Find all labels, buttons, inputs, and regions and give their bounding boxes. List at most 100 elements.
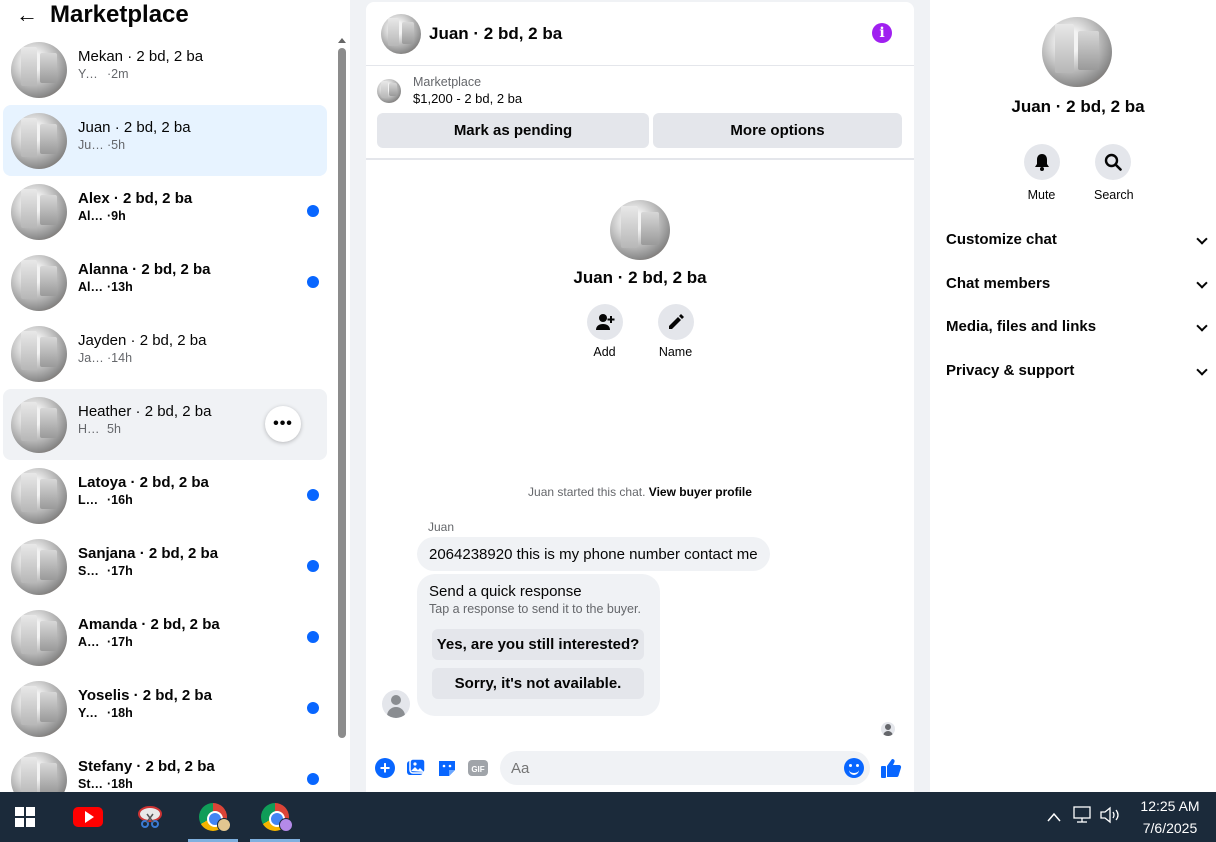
list-item[interactable]: Juan · 2 bd, 2 baJuan Ixcoy sent you a m…	[3, 105, 327, 176]
listing-card: Marketplace $1,200 - 2 bd, 2 ba Mark as …	[366, 66, 914, 160]
message-input[interactable]	[500, 751, 820, 785]
taskbar-snipping-tool[interactable]	[125, 792, 175, 842]
clock-date: 7/6/2025	[1142, 820, 1198, 836]
details-actions: Mute Search	[1023, 144, 1134, 202]
conversation-preview: Yoselis Carranza sent you a me...·18h	[78, 705, 300, 731]
conversation-text: Stefany · 2 bd, 2 baStefany Duarte sent …	[78, 757, 300, 792]
conversation-snippet: Sanjana Sakinala sent you a m...	[78, 564, 104, 578]
clock-time: 12:25 AM	[1140, 798, 1200, 814]
add-people-button[interactable]: Add	[586, 304, 623, 359]
conversation-panel: ← Marketplace Mekan · 2 bd, 2 ba You: Yes…	[0, 0, 350, 792]
conversation-time: ·13h	[107, 280, 133, 294]
mark-as-pending-button[interactable]: Mark as pending	[377, 113, 649, 148]
listing-buttons: Mark as pending More options	[377, 113, 903, 148]
unread-dot-icon	[307, 631, 319, 643]
avatar[interactable]	[381, 13, 421, 54]
list-item[interactable]: Heather · 2 bd, 2 baHeather Slaminski se…	[3, 389, 327, 460]
more-options-icon[interactable]: •••	[265, 406, 301, 442]
taskbar-chrome-2[interactable]	[250, 792, 300, 842]
listing-row[interactable]: Marketplace $1,200 - 2 bd, 2 ba	[377, 74, 903, 107]
section-chat-members[interactable]: Chat members	[930, 262, 1216, 306]
conversation-name: Stefany · 2 bd, 2 ba	[78, 758, 215, 775]
conversation-preview: Sanjana Sakinala sent you a m...·17h	[78, 563, 300, 589]
list-item[interactable]: Mekan · 2 bd, 2 ba You: Yes Its Still Ava…	[3, 34, 327, 105]
start-button[interactable]	[0, 792, 50, 842]
list-item[interactable]: Alex · 2 bd, 2 baAlex Dammen sent you a …	[3, 176, 327, 247]
search-button[interactable]: Search	[1094, 144, 1134, 202]
pencil-icon[interactable]	[657, 304, 694, 340]
avatar	[11, 112, 67, 169]
quick-response-interested-button[interactable]: Yes, are you still interested?	[432, 629, 644, 660]
conversation-text: Sanjana · 2 bd, 2 baSanjana Sakinala sen…	[78, 544, 300, 589]
list-item[interactable]: Sanjana · 2 bd, 2 baSanjana Sakinala sen…	[3, 531, 327, 602]
list-item[interactable]: Alanna · 2 bd, 2 baAlanna Wright sent yo…	[3, 247, 327, 318]
emoji-icon[interactable]	[844, 758, 864, 778]
list-item[interactable]: Stefany · 2 bd, 2 baStefany Duarte sent …	[3, 744, 327, 792]
conversation-text: Alex · 2 bd, 2 baAlex Dammen sent you a …	[78, 189, 300, 234]
taskbar-youtube[interactable]	[63, 792, 113, 842]
unread-dot-icon	[307, 773, 319, 785]
info-icon[interactable]: i	[872, 23, 892, 43]
conversation-preview: Amanda Robillard sent you a ...·17h	[78, 634, 300, 660]
volume-icon[interactable]	[1096, 806, 1124, 828]
quick-response-subtitle: Tap a response to send it to the buyer.	[429, 602, 641, 616]
add-label: Add	[593, 345, 616, 359]
details-name: Juan · 2 bd, 2 ba	[1011, 97, 1145, 116]
listing-label: Marketplace	[413, 75, 482, 89]
quick-response-not-available-button[interactable]: Sorry, it's not available.	[432, 668, 644, 699]
view-buyer-profile-link[interactable]: View buyer profile	[649, 485, 752, 499]
quick-response-title: Send a quick response	[429, 583, 582, 600]
chevron-up-icon[interactable]	[1040, 809, 1068, 826]
chevron-down-icon	[1196, 363, 1208, 376]
section-label: Privacy & support	[946, 361, 1075, 379]
mute-label: Mute	[1027, 188, 1056, 202]
conversation-text: Juan · 2 bd, 2 baJuan Ixcoy sent you a m…	[78, 118, 300, 163]
section-media-files-links[interactable]: Media, files and links	[930, 305, 1216, 349]
photo-icon[interactable]	[404, 756, 428, 780]
conversation-name: Yoselis · 2 bd, 2 ba	[78, 687, 212, 704]
scroll-up-icon[interactable]	[338, 38, 346, 43]
conversation-time: ·17h	[107, 564, 133, 578]
chat-header: Juan · 2 bd, 2 ba i	[366, 2, 914, 66]
name-label: Name	[658, 345, 693, 359]
listing-thumbnail	[377, 78, 401, 103]
back-arrow-icon[interactable]: ←	[16, 4, 38, 26]
message-bubble[interactable]: 2064238920 this is my phone number conta…	[417, 537, 770, 571]
name-button[interactable]: Name	[657, 304, 694, 359]
chat-details-panel: Juan · 2 bd, 2 ba Mute Search Customize …	[930, 0, 1216, 792]
clock[interactable]: 12:25 AM 7/6/2025	[1124, 795, 1216, 839]
list-item[interactable]: Yoselis · 2 bd, 2 baYoselis Carranza sen…	[3, 673, 327, 744]
search-icon[interactable]	[1094, 144, 1131, 180]
conversation-time: ·18h	[107, 777, 133, 791]
chat-title[interactable]: Juan · 2 bd, 2 ba	[429, 24, 562, 44]
list-item[interactable]: Latoya · 2 bd, 2 baLatoya Bailey sent yo…	[3, 460, 327, 531]
avatar	[11, 183, 67, 240]
avatar	[11, 680, 67, 737]
list-item[interactable]: Amanda · 2 bd, 2 baAmanda Robillard sent…	[3, 602, 327, 673]
gif-icon[interactable]: GIF	[466, 756, 490, 780]
section-privacy-support[interactable]: Privacy & support	[930, 349, 1216, 393]
chat-panel: Juan · 2 bd, 2 ba i Marketplace $1,200 -…	[366, 2, 914, 792]
avatar	[11, 396, 67, 453]
conversation-preview: Jayden Gamber sent you a messa...·14h	[78, 350, 300, 376]
sticker-icon[interactable]	[435, 756, 459, 780]
section-label: Chat members	[946, 274, 1051, 292]
plus-icon[interactable]: +	[373, 756, 397, 780]
conversation-list: Mekan · 2 bd, 2 ba You: Yes Its Still Ava…	[3, 34, 327, 792]
windows-logo-icon	[15, 807, 35, 827]
quick-response-card: Send a quick response Tap a response to …	[417, 574, 660, 716]
conversation-text: Yoselis · 2 bd, 2 baYoselis Carranza sen…	[78, 686, 300, 731]
section-customize-chat[interactable]: Customize chat	[930, 218, 1216, 262]
taskbar-chrome-1[interactable]	[188, 792, 238, 842]
scrollbar[interactable]	[337, 36, 347, 792]
more-options-button[interactable]: More options	[653, 113, 902, 148]
mute-button[interactable]: Mute	[1023, 144, 1060, 202]
conversation-time: ·9h	[107, 209, 126, 223]
add-person-icon[interactable]	[586, 304, 623, 340]
list-item[interactable]: Jayden · 2 bd, 2 baJayden Gamber sent yo…	[3, 318, 327, 389]
scrollbar-thumb[interactable]	[338, 48, 346, 738]
network-icon[interactable]	[1068, 806, 1096, 828]
chevron-down-icon	[1196, 276, 1208, 289]
bell-icon[interactable]	[1023, 144, 1060, 180]
like-thumb-icon[interactable]	[880, 757, 902, 784]
